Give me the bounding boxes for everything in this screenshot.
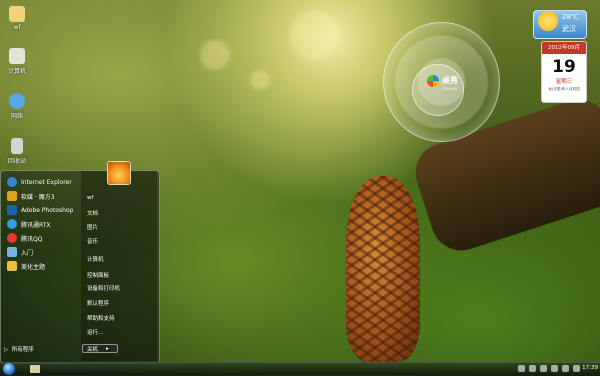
weather-temp: 28℃ [562, 13, 579, 21]
program-qq[interactable]: 腾讯QQ [3, 231, 79, 245]
program-label: Internet Explorer [21, 178, 72, 186]
bokeh-light [290, 10, 340, 60]
calendar-month: 2012年09月 [542, 42, 586, 54]
photoshop-icon [7, 205, 17, 215]
desktop-icon-wf[interactable]: wf [0, 6, 34, 31]
calendar-weekday: 星期三 [555, 79, 573, 85]
getting-started-icon [7, 247, 17, 257]
ie-icon [7, 177, 17, 187]
desktop-icon-label: 回收站 [7, 158, 26, 165]
place-control-panel[interactable]: 控制面板 [87, 271, 109, 279]
pine-cone [346, 176, 420, 362]
taskbar: 17:39 [0, 362, 600, 376]
bokeh-light [250, 70, 270, 90]
widget-brand-sub: zhuoxiu [442, 86, 458, 91]
program-internet-explorer[interactable]: Internet Explorer [3, 175, 79, 189]
calendar-widget[interactable]: 2012年09月 19 星期三 龙(壬辰)年八月初四 [541, 41, 587, 103]
tray-icon[interactable] [529, 365, 536, 372]
calendar-lunar: 龙(壬辰)年八月初四 [548, 87, 580, 91]
program-rubik[interactable]: 软媒 · 魔方3 [3, 189, 79, 203]
shutdown-label: 关机 [87, 346, 99, 353]
theme-icon [7, 261, 17, 271]
place-run[interactable]: 运行... [87, 328, 103, 336]
recycle-bin-icon [11, 138, 23, 154]
start-menu-places: wf 文档 图片 音乐 计算机 控制面板 设备和打印机 默认程序 帮助和支持 运… [81, 171, 157, 361]
desktop-icon-label: wf [13, 24, 21, 31]
start-orb-icon[interactable] [3, 363, 15, 375]
place-pictures[interactable]: 图片 [87, 223, 98, 231]
network-icon [9, 93, 25, 109]
tray-icon[interactable] [551, 365, 558, 372]
program-label: 美化主题 [21, 263, 46, 271]
explorer-taskbar-button[interactable] [30, 365, 40, 373]
all-programs-button[interactable]: ▷ 所有程序 [4, 345, 34, 353]
place-documents[interactable]: 文档 [87, 209, 98, 217]
desktop-icon-network[interactable]: 网络 [0, 93, 34, 120]
chevron-right-icon[interactable]: ▸ [106, 346, 109, 352]
start-menu: Internet Explorer 软媒 · 魔方3 Adobe Photosh… [0, 170, 160, 364]
user-avatar[interactable] [107, 161, 131, 185]
program-label: Adobe Photoshop [21, 206, 74, 214]
all-programs-label: 所有程序 [11, 347, 34, 353]
taskbar-clock[interactable]: 17:39 [582, 365, 598, 371]
sun-icon [538, 11, 558, 31]
system-tray [518, 365, 580, 372]
widget-brand: 桌秀 [442, 76, 458, 85]
rubik-icon [7, 191, 17, 201]
computer-icon [9, 48, 25, 64]
weather-city: 武汉 [562, 25, 576, 33]
bokeh-light [200, 40, 230, 70]
qq-icon [7, 233, 17, 243]
start-menu-programs: Internet Explorer 软媒 · 魔方3 Adobe Photosh… [3, 175, 79, 361]
program-label: 软媒 · 魔方3 [21, 193, 55, 201]
tray-icon[interactable] [540, 365, 547, 372]
calendar-day: 19 [552, 57, 576, 77]
place-default-programs[interactable]: 默认程序 [87, 299, 109, 307]
place-music[interactable]: 音乐 [87, 237, 98, 245]
desktop-icon-label: 计算机 [7, 68, 26, 75]
program-label: 入门 [21, 249, 34, 257]
tray-icon[interactable] [573, 365, 580, 372]
program-photoshop[interactable]: Adobe Photoshop [3, 203, 79, 217]
program-theme[interactable]: 美化主题 [3, 259, 79, 273]
desktop-icon-computer[interactable]: 计算机 [0, 48, 34, 75]
rtx-icon [7, 219, 17, 229]
desktop-icon-label: 网络 [10, 113, 23, 120]
folder-icon [9, 6, 25, 22]
place-devices-printers[interactable]: 设备和打印机 [87, 284, 120, 292]
zhuoxiu-logo-icon [427, 75, 439, 87]
program-label: 腾讯QQ [21, 235, 43, 243]
place-computer[interactable]: 计算机 [87, 255, 104, 263]
tray-icon[interactable] [518, 365, 525, 372]
place-wf[interactable]: wf [87, 195, 93, 201]
desktop-icon-recycle-bin[interactable]: 回收站 [0, 138, 34, 165]
tray-icon[interactable] [562, 365, 569, 372]
program-rtx[interactable]: 腾讯通RTX [3, 217, 79, 231]
program-label: 腾讯通RTX [21, 221, 51, 229]
place-help-support[interactable]: 帮助和支持 [87, 314, 115, 322]
shutdown-button[interactable]: 关机 ▸ [82, 344, 118, 353]
program-getting-started[interactable]: 入门 [3, 245, 79, 259]
